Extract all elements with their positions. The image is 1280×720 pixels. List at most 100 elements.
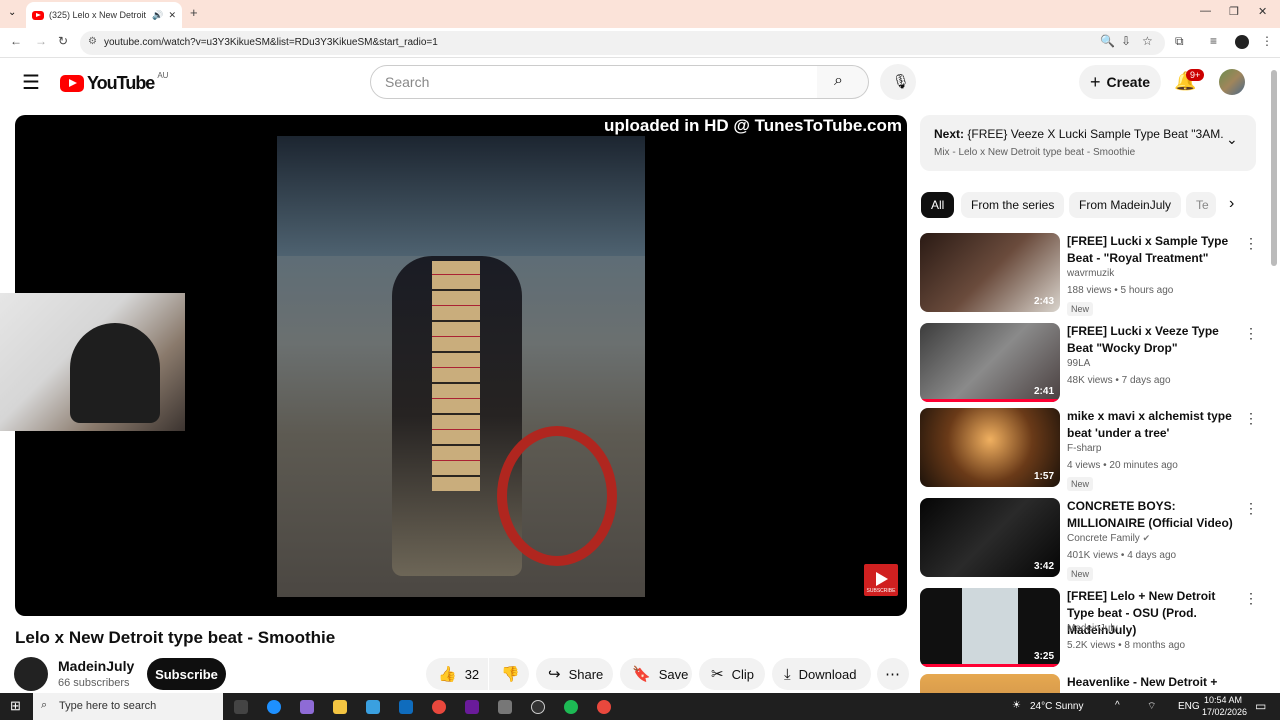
install-icon[interactable]: ⇩ [1121, 34, 1131, 48]
microphone-icon: 🎙 [892, 73, 910, 89]
create-button[interactable]: + Create [1079, 65, 1161, 99]
rec-title[interactable]: mike x mavi x alchemist type beat 'under… [1067, 408, 1237, 442]
mail-icon[interactable] [399, 700, 413, 714]
rec-channel[interactable]: wavrmuzik [1067, 268, 1114, 279]
rec-title[interactable]: [FREE] Lucki x Sample Type Beat - "Royal… [1067, 233, 1237, 267]
store-icon[interactable] [366, 700, 380, 714]
recommended-video[interactable]: 1:57 mike x mavi x alchemist type beat '… [920, 408, 1270, 491]
subscribe-button[interactable]: Subscribe [147, 658, 226, 690]
tray-chevron-icon[interactable]: ^ [1115, 700, 1120, 711]
minimize-icon[interactable]: — [1200, 5, 1211, 17]
spotify-icon[interactable] [564, 700, 578, 714]
chevron-down-icon[interactable]: ⌄ [1226, 131, 1238, 148]
copilot-icon[interactable] [300, 700, 314, 714]
clock-date[interactable]: 17/02/2026 [1202, 707, 1247, 717]
chip-from-channel[interactable]: From MadeinJuly [1069, 192, 1182, 218]
zoom-icon[interactable]: 🔍 [1100, 34, 1115, 48]
chrome-active-icon[interactable] [597, 700, 611, 714]
recommended-video[interactable]: 2:41 [FREE] Lucki x Veeze Type Beat "Woc… [920, 323, 1270, 405]
rec-channel[interactable]: F-sharp [1067, 443, 1101, 454]
next-up-panel[interactable]: Next: {FREE} Veeze X Lucki Sample Type B… [920, 115, 1256, 171]
task-view-icon[interactable] [234, 700, 248, 714]
like-button[interactable]: 👍 32 [426, 658, 488, 690]
save-button[interactable]: 🔖 Save [620, 658, 692, 690]
rec-title[interactable]: [FREE] Lucki x Veeze Type Beat "Wocky Dr… [1067, 323, 1237, 357]
taskbar-search-input[interactable]: ⌕ Type here to search [33, 693, 223, 720]
recommended-video[interactable]: 3:42 CONCRETE BOYS: MILLIONAIRE (Officia… [920, 498, 1270, 581]
browser-tab[interactable]: (325) Lelo x New Detroit typ 🔊 ✕ [26, 2, 182, 28]
share-icon: ↪ [548, 666, 561, 683]
weather-text[interactable]: 24°C Sunny [1030, 701, 1083, 712]
audio-icon[interactable]: 🔊 [152, 10, 163, 21]
back-icon[interactable]: ← [10, 34, 22, 48]
more-vertical-icon[interactable]: ⋮ [1244, 325, 1258, 342]
account-avatar[interactable] [1219, 69, 1245, 95]
clock-time[interactable]: 10:54 AM [1204, 695, 1242, 705]
extensions-icon[interactable]: ⧉ [1175, 34, 1184, 49]
restore-icon[interactable]: ❐ [1229, 5, 1239, 18]
url-bar[interactable]: ⚙ youtube.com/watch?v=u3Y3KikueSM&list=R… [80, 31, 1165, 55]
more-vertical-icon[interactable]: ⋮ [1244, 410, 1258, 427]
windows-start-icon[interactable]: ⊞ [10, 698, 21, 714]
video-frame-image [277, 136, 645, 597]
recommended-video[interactable]: 2:43 [FREE] Lucki x Sample Type Beat - "… [920, 233, 1270, 316]
more-actions-button[interactable]: ⋯ [877, 658, 909, 690]
chip-all[interactable]: All [921, 192, 955, 218]
more-vertical-icon[interactable]: ⋮ [1244, 235, 1258, 252]
site-info-icon[interactable]: ⚙ [88, 36, 97, 47]
video-thumbnail[interactable]: 3:25 [920, 588, 1060, 667]
rec-channel[interactable]: Concrete Family ✔ [1067, 533, 1150, 544]
search-button[interactable]: ⌕ [817, 65, 869, 99]
clip-button[interactable]: ✂ Clip [699, 658, 765, 690]
channel-name[interactable]: MadeinJuly [58, 658, 134, 674]
video-thumbnail[interactable]: 1:57 [920, 408, 1060, 487]
edge-icon[interactable] [267, 700, 281, 714]
close-tab-icon[interactable]: ✕ [168, 10, 176, 21]
recommended-video[interactable]: Heavenlike - New Detroit + [920, 674, 1270, 693]
tab-search-icon[interactable]: ⌄ [8, 7, 16, 18]
app-icon[interactable] [498, 700, 512, 714]
file-explorer-icon[interactable] [333, 700, 347, 714]
download-button[interactable]: ⤓ Download [772, 658, 871, 690]
app-icon[interactable] [465, 700, 479, 714]
more-vertical-icon[interactable]: ⋮ [1244, 500, 1258, 517]
subscribe-watermark-logo[interactable]: SUBSCRIBE [864, 564, 898, 596]
media-control-icon[interactable]: ≡ [1210, 34, 1217, 48]
chip-truncated[interactable]: Te [1186, 192, 1216, 218]
new-tab-icon[interactable]: + [190, 5, 198, 20]
share-button[interactable]: ↪ Share [536, 658, 613, 690]
weather-icon[interactable]: ☀ [1012, 700, 1021, 711]
app-icon[interactable] [531, 700, 545, 714]
chip-from-series[interactable]: From the series [961, 192, 1065, 218]
rec-channel[interactable]: MadeinJuly [1067, 623, 1118, 634]
search-input[interactable]: Search [370, 65, 818, 99]
tab-title: (325) Lelo x New Detroit typ [49, 10, 147, 20]
chrome-menu-icon[interactable]: ⋮ [1261, 34, 1273, 48]
rec-title[interactable]: CONCRETE BOYS: MILLIONAIRE (Official Vid… [1067, 498, 1252, 532]
close-window-icon[interactable]: ✕ [1258, 5, 1267, 18]
video-thumbnail[interactable] [920, 674, 1060, 693]
page-scrollbar[interactable] [1271, 70, 1277, 266]
recommended-video[interactable]: 3:25 [FREE] Lelo + New Detroit Type beat… [920, 588, 1270, 670]
video-thumbnail[interactable]: 3:42 [920, 498, 1060, 577]
wifi-icon[interactable]: ⌔ [1147, 700, 1156, 713]
dislike-button[interactable]: 👎 [489, 658, 529, 690]
youtube-logo[interactable]: YouTube AU [60, 71, 168, 94]
download-label: Download [798, 666, 857, 682]
video-thumbnail[interactable]: 2:41 [920, 323, 1060, 402]
notification-center-icon[interactable]: ▭ [1255, 699, 1266, 713]
rec-title[interactable]: Heavenlike - New Detroit + [1067, 674, 1237, 691]
forward-icon[interactable]: → [35, 34, 47, 48]
hamburger-menu-icon[interactable]: ☰ [22, 70, 40, 95]
profile-avatar[interactable] [1235, 35, 1249, 49]
channel-avatar[interactable] [14, 657, 48, 691]
bookmark-star-icon[interactable]: ☆ [1142, 34, 1153, 48]
chrome-icon[interactable] [432, 700, 446, 714]
input-language[interactable]: ENG [1178, 701, 1200, 712]
rec-channel[interactable]: 99LA [1067, 358, 1090, 369]
chevron-right-icon[interactable]: › [1229, 195, 1234, 213]
more-vertical-icon[interactable]: ⋮ [1244, 590, 1258, 607]
voice-search-button[interactable]: 🎙 [880, 64, 916, 100]
reload-icon[interactable]: ↻ [58, 34, 68, 48]
video-thumbnail[interactable]: 2:43 [920, 233, 1060, 312]
